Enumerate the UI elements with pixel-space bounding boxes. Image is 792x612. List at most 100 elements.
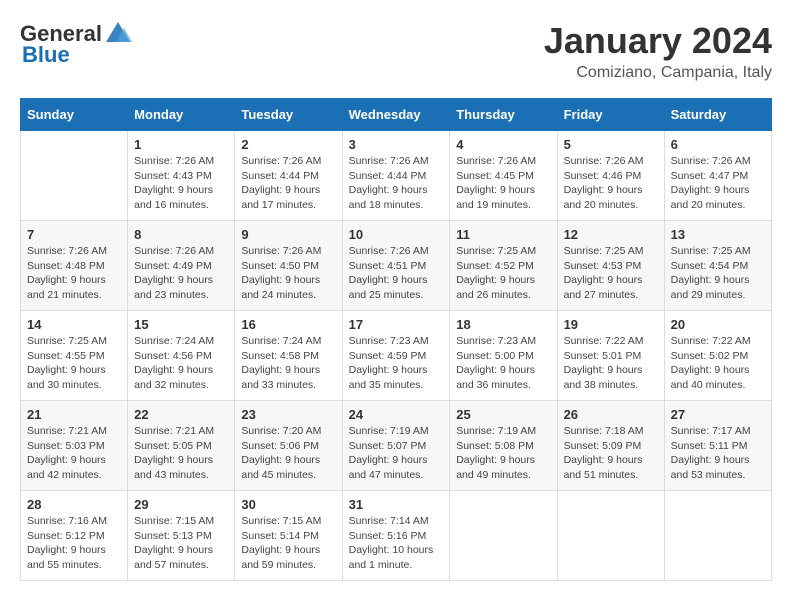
day-info: Sunrise: 7:26 AM Sunset: 4:46 PM Dayligh… [564,154,658,213]
calendar-cell: 24 Sunrise: 7:19 AM Sunset: 5:07 PM Dayli… [342,401,450,491]
day-number: 31 [349,497,444,512]
day-info: Sunrise: 7:15 AM Sunset: 5:13 PM Dayligh… [134,514,228,573]
calendar-cell: 27 Sunrise: 7:17 AM Sunset: 5:11 PM Dayli… [664,401,771,491]
day-info: Sunrise: 7:26 AM Sunset: 4:43 PM Dayligh… [134,154,228,213]
day-number: 28 [27,497,121,512]
day-number: 21 [27,407,121,422]
column-header-tuesday: Tuesday [235,99,342,131]
day-info: Sunrise: 7:24 AM Sunset: 4:58 PM Dayligh… [241,334,335,393]
day-number: 6 [671,137,765,152]
day-info: Sunrise: 7:26 AM Sunset: 4:48 PM Dayligh… [27,244,121,303]
calendar-cell: 4 Sunrise: 7:26 AM Sunset: 4:45 PM Daylig… [450,131,557,221]
day-number: 11 [456,227,550,242]
day-info: Sunrise: 7:26 AM Sunset: 4:47 PM Dayligh… [671,154,765,213]
day-info: Sunrise: 7:20 AM Sunset: 5:06 PM Dayligh… [241,424,335,483]
day-number: 18 [456,317,550,332]
calendar-cell: 10 Sunrise: 7:26 AM Sunset: 4:51 PM Dayli… [342,221,450,311]
day-number: 16 [241,317,335,332]
day-info: Sunrise: 7:21 AM Sunset: 5:05 PM Dayligh… [134,424,228,483]
calendar-cell [450,491,557,581]
day-info: Sunrise: 7:25 AM Sunset: 4:55 PM Dayligh… [27,334,121,393]
day-info: Sunrise: 7:26 AM Sunset: 4:50 PM Dayligh… [241,244,335,303]
day-info: Sunrise: 7:23 AM Sunset: 4:59 PM Dayligh… [349,334,444,393]
day-info: Sunrise: 7:26 AM Sunset: 4:51 PM Dayligh… [349,244,444,303]
day-number: 30 [241,497,335,512]
week-row-4: 21Sunrise: 7:21 AM Sunset: 5:03 PM Dayli… [21,401,772,491]
calendar-cell: 15Sunrise: 7:24 AM Sunset: 4:56 PM Dayli… [128,311,235,401]
day-number: 10 [349,227,444,242]
day-info: Sunrise: 7:25 AM Sunset: 4:54 PM Dayligh… [671,244,765,303]
calendar-cell: 2 Sunrise: 7:26 AM Sunset: 4:44 PM Daylig… [235,131,342,221]
logo-icon [104,20,132,48]
day-number: 9 [241,227,335,242]
day-info: Sunrise: 7:22 AM Sunset: 5:01 PM Dayligh… [564,334,658,393]
calendar-cell: 16 Sunrise: 7:24 AM Sunset: 4:58 PM Dayli… [235,311,342,401]
day-info: Sunrise: 7:25 AM Sunset: 4:53 PM Dayligh… [564,244,658,303]
day-info: Sunrise: 7:26 AM Sunset: 4:49 PM Dayligh… [134,244,228,303]
day-number: 23 [241,407,335,422]
week-row-3: 14 Sunrise: 7:25 AM Sunset: 4:55 PM Dayli… [21,311,772,401]
location-title: Comiziano, Campania, Italy [544,64,772,82]
header: General Blue January 2024 Comiziano, Cam… [20,20,772,82]
day-number: 13 [671,227,765,242]
day-info: Sunrise: 7:26 AM Sunset: 4:45 PM Dayligh… [456,154,550,213]
day-number: 27 [671,407,765,422]
calendar-cell: 18 Sunrise: 7:23 AM Sunset: 5:00 PM Dayli… [450,311,557,401]
day-number: 22 [134,407,228,422]
day-info: Sunrise: 7:16 AM Sunset: 5:12 PM Dayligh… [27,514,121,573]
day-number: 8 [134,227,228,242]
column-header-saturday: Saturday [664,99,771,131]
day-info: Sunrise: 7:24 AM Sunset: 4:56 PM Dayligh… [134,334,228,393]
calendar-cell: 9 Sunrise: 7:26 AM Sunset: 4:50 PM Daylig… [235,221,342,311]
week-row-5: 28 Sunrise: 7:16 AM Sunset: 5:12 PM Dayli… [21,491,772,581]
column-header-monday: Monday [128,99,235,131]
day-info: Sunrise: 7:26 AM Sunset: 4:44 PM Dayligh… [349,154,444,213]
calendar-cell: 14 Sunrise: 7:25 AM Sunset: 4:55 PM Dayli… [21,311,128,401]
calendar-cell: 8 Sunrise: 7:26 AM Sunset: 4:49 PM Daylig… [128,221,235,311]
day-number: 4 [456,137,550,152]
day-number: 24 [349,407,444,422]
calendar-cell: 31 Sunrise: 7:14 AM Sunset: 5:16 PM Dayli… [342,491,450,581]
calendar-cell: 25Sunrise: 7:19 AM Sunset: 5:08 PM Dayli… [450,401,557,491]
day-info: Sunrise: 7:15 AM Sunset: 5:14 PM Dayligh… [241,514,335,573]
day-info: Sunrise: 7:14 AM Sunset: 5:16 PM Dayligh… [349,514,444,573]
day-info: Sunrise: 7:17 AM Sunset: 5:11 PM Dayligh… [671,424,765,483]
week-row-2: 7 Sunrise: 7:26 AM Sunset: 4:48 PM Daylig… [21,221,772,311]
calendar-cell: 5Sunrise: 7:26 AM Sunset: 4:46 PM Daylig… [557,131,664,221]
day-info: Sunrise: 7:25 AM Sunset: 4:52 PM Dayligh… [456,244,550,303]
calendar-cell: 3 Sunrise: 7:26 AM Sunset: 4:44 PM Daylig… [342,131,450,221]
day-info: Sunrise: 7:19 AM Sunset: 5:07 PM Dayligh… [349,424,444,483]
day-number: 26 [564,407,658,422]
column-header-sunday: Sunday [21,99,128,131]
calendar-cell: 20Sunrise: 7:22 AM Sunset: 5:02 PM Dayli… [664,311,771,401]
day-number: 2 [241,137,335,152]
calendar-table: SundayMondayTuesdayWednesdayThursdayFrid… [20,98,772,581]
day-info: Sunrise: 7:23 AM Sunset: 5:00 PM Dayligh… [456,334,550,393]
day-info: Sunrise: 7:18 AM Sunset: 5:09 PM Dayligh… [564,424,658,483]
calendar-cell: 21Sunrise: 7:21 AM Sunset: 5:03 PM Dayli… [21,401,128,491]
calendar-cell: 23 Sunrise: 7:20 AM Sunset: 5:06 PM Dayli… [235,401,342,491]
calendar-cell: 19 Sunrise: 7:22 AM Sunset: 5:01 PM Dayli… [557,311,664,401]
day-info: Sunrise: 7:26 AM Sunset: 4:44 PM Dayligh… [241,154,335,213]
calendar-cell: 22 Sunrise: 7:21 AM Sunset: 5:05 PM Dayli… [128,401,235,491]
day-number: 3 [349,137,444,152]
calendar-cell [557,491,664,581]
calendar-cell: 29 Sunrise: 7:15 AM Sunset: 5:13 PM Dayli… [128,491,235,581]
day-number: 29 [134,497,228,512]
logo: General Blue [20,20,132,68]
calendar-cell [21,131,128,221]
header-row: SundayMondayTuesdayWednesdayThursdayFrid… [21,99,772,131]
column-header-friday: Friday [557,99,664,131]
day-number: 19 [564,317,658,332]
calendar-cell: 1Sunrise: 7:26 AM Sunset: 4:43 PM Daylig… [128,131,235,221]
day-number: 20 [671,317,765,332]
calendar-cell: 30 Sunrise: 7:15 AM Sunset: 5:14 PM Dayli… [235,491,342,581]
day-number: 14 [27,317,121,332]
logo-blue: Blue [22,42,70,68]
calendar-cell: 28 Sunrise: 7:16 AM Sunset: 5:12 PM Dayli… [21,491,128,581]
calendar-cell [664,491,771,581]
day-number: 7 [27,227,121,242]
calendar-cell: 13 Sunrise: 7:25 AM Sunset: 4:54 PM Dayli… [664,221,771,311]
title-area: January 2024 Comiziano, Campania, Italy [544,20,772,82]
day-info: Sunrise: 7:19 AM Sunset: 5:08 PM Dayligh… [456,424,550,483]
